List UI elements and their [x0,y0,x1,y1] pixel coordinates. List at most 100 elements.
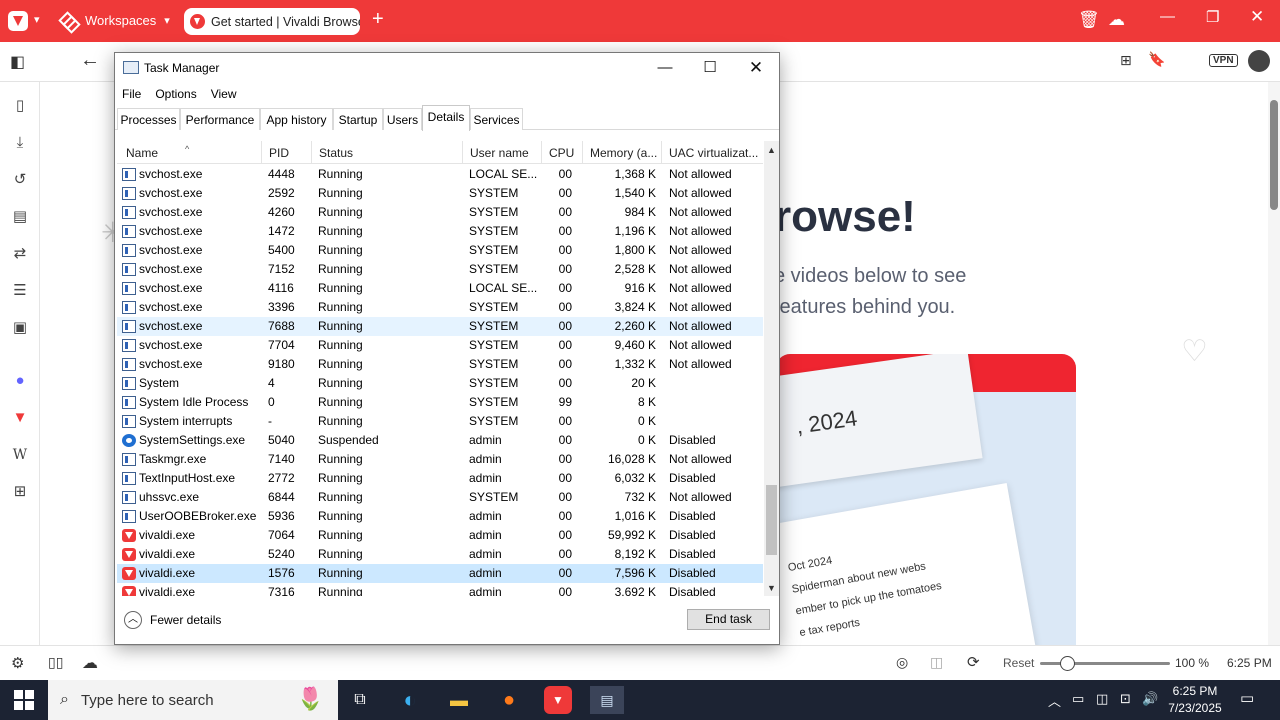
close-icon[interactable]: ✕ [734,57,778,79]
column-header-status[interactable]: Status [312,141,463,164]
tray-device-icon[interactable]: ◫ [1096,691,1108,707]
scroll-down-icon[interactable]: ▼ [764,581,779,596]
table-row[interactable]: vivaldi.exe 7316 Running admin 00 3,692 K Disa… [117,583,763,596]
edge-icon[interactable]: ◐ [396,686,424,714]
tile-tabs-icon[interactable]: ▯▯ [48,654,63,671]
taskbar-search-box[interactable]: ⌕ Type here to search 🌷 [48,680,338,720]
table-row[interactable]: svchost.exe 2592 Running SYSTEM 00 1,540 K Not… [117,184,763,203]
table-row[interactable]: svchost.exe 3396 Running SYSTEM 00 3,824 K Not… [117,298,763,317]
wikipedia-icon[interactable]: W [10,445,30,465]
table-row[interactable]: System interrupts - Running SYSTEM 00 0 K [117,412,763,431]
tab-users[interactable]: Users [383,108,422,130]
cloud-sync-icon[interactable]: ☁ [1108,10,1125,30]
table-scrollbar[interactable]: ▲ ▼ [764,141,779,596]
minimize-icon[interactable]: — [1160,8,1175,25]
task-manager-taskbar-icon[interactable]: ▤ [590,686,624,714]
column-header-pid[interactable]: PID [262,141,312,164]
bookmarks-icon[interactable]: ▯ [10,96,30,116]
network-icon[interactable]: ⊡ [1120,691,1131,707]
table-row[interactable]: Taskmgr.exe 7140 Running admin 00 16,028 K Not… [117,450,763,469]
table-row[interactable]: TextInputHost.exe 2772 Running admin 00 6,032… [117,469,763,488]
downloads-icon[interactable]: ⤓ [10,133,30,153]
mastodon-icon[interactable]: ● [10,371,30,391]
firefox-icon[interactable]: ● [495,686,523,714]
workspaces-button[interactable]: Workspaces ▾ [60,11,170,31]
end-task-button[interactable]: End task [687,609,770,630]
capture-icon[interactable]: ◎ [896,654,908,671]
table-row[interactable]: System 4 Running SYSTEM 00 20 K [117,374,763,393]
close-icon[interactable]: ✕ [1250,7,1264,27]
notes-icon[interactable]: ▤ [10,207,30,227]
browser-tab[interactable]: Get started | Vivaldi Browser [184,8,360,35]
vivaldi-community-icon[interactable]: ▼ [10,408,30,428]
new-tab-icon[interactable]: + [372,8,384,31]
translate-icon[interactable]: ⇄ [10,244,30,264]
table-row[interactable]: svchost.exe 4116 Running LOCAL SE... 00 916 K… [117,279,763,298]
cloud-icon[interactable]: ☁ [82,653,98,673]
trash-icon[interactable]: 🗑 [1078,10,1100,30]
rss-icon[interactable]: ⊞ [1120,52,1132,69]
column-header-memory[interactable]: Memory (a... [583,141,662,164]
column-header-name[interactable]: Name ^ [119,141,262,164]
taskbar-clock[interactable]: 6:25 PM 7/23/2025 [1160,683,1230,717]
tm-titlebar[interactable]: Task Manager — ☐ ✕ [115,53,779,83]
tab-details[interactable]: Details [422,105,470,131]
history-icon[interactable]: ↺ [10,170,30,190]
maximize-icon[interactable]: ❐ [1206,8,1219,26]
add-panel-icon[interactable]: ⊞ [10,482,30,502]
vivaldi-menu-icon[interactable] [8,11,28,31]
tab-processes[interactable]: Processes [117,108,180,130]
volume-icon[interactable]: 🔊 [1142,691,1158,707]
settings-gear-icon[interactable]: ⚙ [11,654,24,672]
table-row[interactable]: uhssvc.exe 6844 Running SYSTEM 00 732 K Not al… [117,488,763,507]
tab-performance[interactable]: Performance [180,108,260,130]
windows-start-icon[interactable] [14,690,34,710]
tab-app-history[interactable]: App history [260,108,333,130]
vivaldi-taskbar-icon[interactable]: ▼ [544,686,572,714]
tray-app-icon[interactable]: ▭ [1072,691,1084,707]
table-row[interactable]: vivaldi.exe 7064 Running admin 00 59,992 K Dis… [117,526,763,545]
panel-toggle-icon[interactable]: ◧ [10,52,25,72]
menu-options[interactable]: Options [148,84,203,104]
table-row[interactable]: SystemSettings.exe 5040 Suspended admin 00 0 … [117,431,763,450]
bookmark-icon[interactable]: 🔖 [1148,51,1165,68]
menu-view[interactable]: View [204,84,244,104]
profile-avatar[interactable] [1248,50,1270,72]
minimize-icon[interactable]: — [643,57,687,79]
table-row[interactable]: UserOOBEBroker.exe 5936 Running admin 00 1,01… [117,507,763,526]
scroll-up-icon[interactable]: ▲ [764,143,779,158]
window-panel-icon[interactable]: ▣ [10,318,30,338]
table-row[interactable]: svchost.exe 4260 Running SYSTEM 00 984 K Not a… [117,203,763,222]
table-row[interactable]: vivaldi.exe 1576 Running admin 00 7,596 K Disa… [117,564,763,583]
table-row[interactable]: svchost.exe 5400 Running SYSTEM 00 1,800 K Not… [117,241,763,260]
table-row[interactable]: svchost.exe 7704 Running SYSTEM 00 9,460 K Not… [117,336,763,355]
tab-startup[interactable]: Startup [333,108,383,130]
column-header-uac[interactable]: UAC virtualizat... [662,141,763,164]
table-row[interactable]: svchost.exe 7688 Running SYSTEM 00 2,260 K Not… [117,317,763,336]
vpn-button[interactable]: VPN [1209,54,1238,67]
tray-overflow-icon[interactable]: ︿ [1048,691,1061,710]
tab-services[interactable]: Services [470,108,523,130]
table-row[interactable]: vivaldi.exe 5240 Running admin 00 8,192 K Disa… [117,545,763,564]
notifications-icon[interactable]: ▭ [1240,689,1254,707]
column-header-cpu[interactable]: CPU [542,141,583,164]
table-row[interactable]: svchost.exe 7152 Running SYSTEM 00 2,528 K Not… [117,260,763,279]
task-view-icon[interactable]: ⧉ [346,686,374,714]
table-row[interactable]: svchost.exe 1472 Running SYSTEM 00 1,196 K Not… [117,222,763,241]
table-row[interactable]: svchost.exe 4448 Running LOCAL SE... 00 1,368… [117,165,763,184]
reload-settings-icon[interactable]: ⟳ [967,653,980,671]
chevron-down-icon[interactable]: ▾ [34,13,40,26]
page-scrollbar[interactable] [1268,82,1280,645]
table-row[interactable]: System Idle Process 0 Running SYSTEM 99 8 K [117,393,763,412]
menu-file[interactable]: File [115,84,148,104]
page-actions-icon[interactable]: ◫ [930,654,943,671]
table-row[interactable]: svchost.exe 9180 Running SYSTEM 00 1,332 K Not… [117,355,763,374]
zoom-slider[interactable] [1040,656,1170,671]
back-icon[interactable]: ← [80,49,100,72]
reading-list-icon[interactable]: ☰ [10,281,30,301]
scroll-thumb[interactable] [766,485,777,555]
column-header-username[interactable]: User name [463,141,542,164]
maximize-icon[interactable]: ☐ [688,57,732,79]
zoom-reset-button[interactable]: Reset [1003,656,1034,670]
file-explorer-icon[interactable]: ▬ [445,686,473,714]
